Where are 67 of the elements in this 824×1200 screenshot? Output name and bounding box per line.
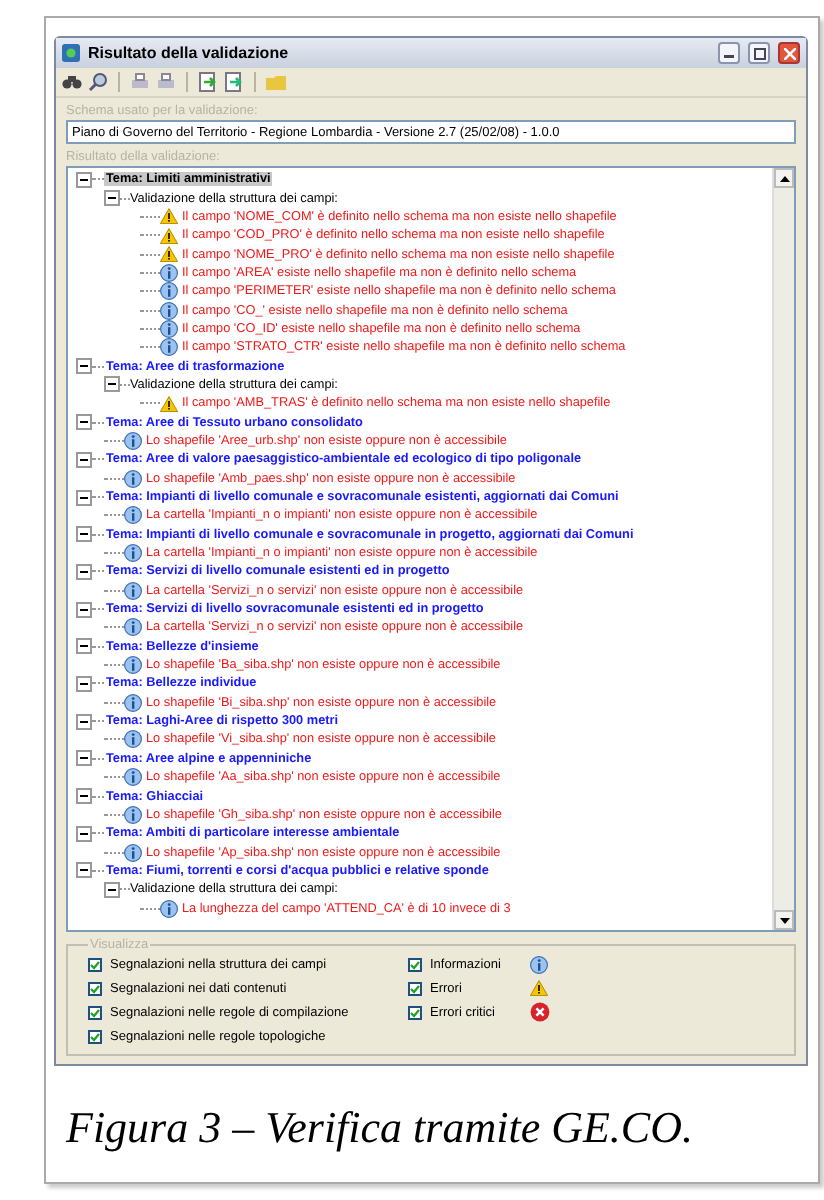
info-icon xyxy=(160,319,178,338)
info-icon xyxy=(124,506,142,525)
info-icon xyxy=(124,768,142,787)
minimize-button[interactable] xyxy=(718,42,740,64)
info-icon xyxy=(160,282,178,301)
collapse-icon[interactable] xyxy=(104,376,120,393)
warning-icon xyxy=(530,980,548,996)
checkbox[interactable] xyxy=(88,957,102,971)
warning-icon xyxy=(160,208,178,225)
warning-icon xyxy=(160,227,178,244)
caret-down-icon[interactable] xyxy=(779,917,789,923)
binoculars-icon[interactable] xyxy=(62,72,82,92)
info-icon xyxy=(124,544,142,563)
info-icon xyxy=(124,656,142,675)
window-title: Risultato della validazione xyxy=(88,44,291,62)
info-icon xyxy=(124,843,142,862)
collapse-icon[interactable] xyxy=(76,788,92,805)
collapse-icon[interactable] xyxy=(104,190,120,207)
info-icon xyxy=(160,301,178,320)
info-icon xyxy=(124,805,142,824)
export-icon[interactable] xyxy=(224,72,244,92)
scrollbar[interactable] xyxy=(772,168,794,930)
app-icon xyxy=(62,44,80,62)
printer-icon[interactable] xyxy=(130,72,150,92)
maximize-icon xyxy=(753,47,765,59)
info-icon xyxy=(124,693,142,712)
printer-icon[interactable] xyxy=(156,72,176,92)
caret-up-icon[interactable] xyxy=(779,175,789,181)
collapse-icon[interactable] xyxy=(76,750,92,767)
info-icon xyxy=(160,338,178,357)
collapse-icon[interactable] xyxy=(76,601,92,618)
collapse-icon[interactable] xyxy=(76,563,92,580)
page-icon[interactable] xyxy=(198,72,218,92)
checkbox[interactable] xyxy=(88,981,102,995)
info-icon xyxy=(124,618,142,637)
collapse-icon[interactable] xyxy=(76,526,92,543)
warning-icon xyxy=(160,246,178,263)
checkbox[interactable] xyxy=(408,1005,422,1019)
info-icon xyxy=(124,431,142,450)
warning-icon xyxy=(160,395,178,412)
collapse-icon[interactable] xyxy=(76,638,92,655)
info-icon xyxy=(530,955,548,973)
collapse-icon[interactable] xyxy=(76,713,92,730)
collapse-icon[interactable] xyxy=(104,881,120,898)
info-icon xyxy=(124,730,142,749)
info-icon xyxy=(160,899,178,918)
checkbox[interactable] xyxy=(408,957,422,971)
collapse-icon[interactable] xyxy=(76,451,92,468)
collapse-icon[interactable] xyxy=(76,862,92,879)
checkbox[interactable] xyxy=(88,1005,102,1019)
figure-caption: Figura 3 – Verifica tramite GE.CO. xyxy=(66,1102,695,1154)
close-icon xyxy=(783,47,795,59)
info-icon xyxy=(124,469,142,488)
collapse-icon[interactable] xyxy=(76,171,92,188)
collapse-icon[interactable] xyxy=(76,414,92,431)
close-button[interactable] xyxy=(778,42,800,64)
maximize-button[interactable] xyxy=(748,42,770,64)
checkbox[interactable] xyxy=(88,1029,102,1043)
error-icon xyxy=(530,1002,550,1022)
checkbox[interactable] xyxy=(408,981,422,995)
collapse-icon[interactable] xyxy=(76,675,92,692)
info-icon xyxy=(124,581,142,600)
collapse-icon[interactable] xyxy=(76,358,92,375)
info-icon xyxy=(160,263,178,282)
collapse-icon[interactable] xyxy=(76,489,92,506)
magnifier-icon[interactable] xyxy=(88,72,108,92)
collapse-icon[interactable] xyxy=(76,825,92,842)
